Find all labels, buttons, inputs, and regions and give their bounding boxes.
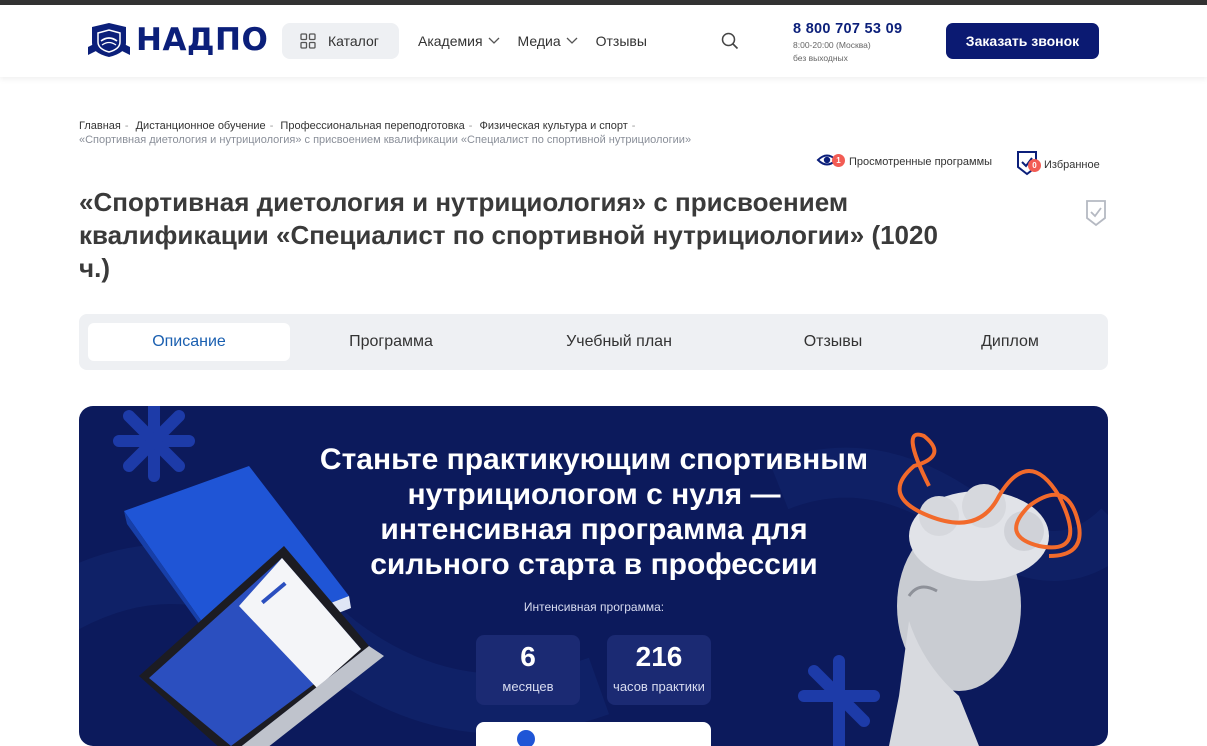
favorites-link[interactable]: 0 Избранное: [1016, 150, 1100, 179]
breadcrumb-separator: -: [468, 120, 473, 132]
search-icon[interactable]: [721, 32, 739, 55]
phone-block: 8 800 707 53 09 8:00-20:00 (Москва) без …: [793, 21, 902, 63]
viewed-count-badge: 1: [832, 154, 845, 167]
breadcrumb-separator: -: [124, 120, 129, 132]
banner-headline: Станьте практикующим спортивным нутрицио…: [319, 443, 869, 581]
stat-value: 6: [520, 641, 536, 672]
phone-days: без выходных: [793, 53, 848, 63]
nav-item-label: Медиа: [517, 33, 561, 49]
catalog-button[interactable]: Каталог: [282, 23, 399, 59]
chevron-down-icon: [566, 37, 578, 44]
tab-diploma[interactable]: Диплом: [939, 323, 1081, 361]
banner-subtitle: Интенсивная программа:: [523, 600, 665, 614]
page-title: «Спортивная диетология и нутрициология» …: [79, 187, 938, 283]
tab-reviews[interactable]: Отзывы: [747, 323, 919, 361]
program-tabs: Описание Программа Учебный план Отзывы Д…: [79, 314, 1108, 370]
add-to-favorites-icon[interactable]: [1085, 199, 1107, 232]
stat-label: месяцев: [502, 679, 554, 694]
catalog-label: Каталог: [328, 33, 379, 49]
breadcrumb-item-retraining[interactable]: Профессиональная переподготовка: [280, 120, 464, 132]
breadcrumb: Главная - Дистанционное обучение - Професс…: [79, 119, 1109, 147]
site-header: НАДПО Каталог Академия Медиа Отзывы 8 80…: [0, 5, 1207, 77]
breadcrumb-current: «Спортивная диетология и нутрициология» …: [79, 134, 692, 146]
phone-hours: 8:00-20:00 (Москва): [793, 40, 871, 50]
hero-banner: Станьте практикующим спортивным нутрицио…: [79, 406, 1108, 746]
grid-icon: [300, 33, 316, 49]
breadcrumb-separator: -: [631, 120, 636, 132]
favorites-icon-wrap: 0: [1016, 150, 1041, 179]
asterisk-shape: [113, 406, 195, 482]
chevron-down-icon: [488, 37, 500, 44]
tab-program[interactable]: Программа: [290, 323, 492, 361]
nav-item-label: Академия: [418, 33, 483, 49]
stat-label: часов практики: [613, 679, 705, 694]
logo[interactable]: НАДПО: [88, 21, 268, 59]
viewed-programs-link[interactable]: 1 Просмотренные программы: [816, 151, 992, 172]
logo-emblem-icon: [88, 23, 130, 57]
banner-cta-button[interactable]: [476, 722, 711, 746]
stat-card-practice-hours: 216 часов практики: [607, 635, 711, 705]
cta-icon: [517, 730, 535, 746]
tab-description[interactable]: Описание: [88, 323, 290, 361]
nav-item-academy[interactable]: Академия: [418, 33, 500, 49]
eye-icon-wrap: 1: [816, 151, 845, 172]
favorites-label: Избранное: [1044, 158, 1100, 171]
favorites-count-badge: 0: [1028, 159, 1041, 172]
nav-item-label: Отзывы: [595, 33, 647, 49]
stat-value: 216: [635, 641, 683, 672]
stat-card-months: 6 месяцев: [476, 635, 580, 705]
logo-text: НАДПО: [136, 22, 269, 58]
nav-item-media[interactable]: Медиа: [518, 33, 578, 49]
phone-number[interactable]: 8 800 707 53 09: [793, 21, 902, 37]
order-call-button[interactable]: Заказать звонок: [946, 23, 1099, 59]
main-nav: Академия Медиа Отзывы: [418, 33, 647, 49]
breadcrumb-item-distance[interactable]: Дистанционное обучение: [136, 120, 266, 132]
breadcrumb-separator: -: [269, 120, 274, 132]
tab-curriculum[interactable]: Учебный план: [509, 323, 729, 361]
breadcrumb-item-sport[interactable]: Физическая культура и спорт: [480, 120, 628, 132]
viewed-programs-label: Просмотренные программы: [849, 155, 993, 168]
breadcrumb-item-home[interactable]: Главная: [79, 120, 121, 132]
nav-item-reviews[interactable]: Отзывы: [596, 33, 647, 49]
